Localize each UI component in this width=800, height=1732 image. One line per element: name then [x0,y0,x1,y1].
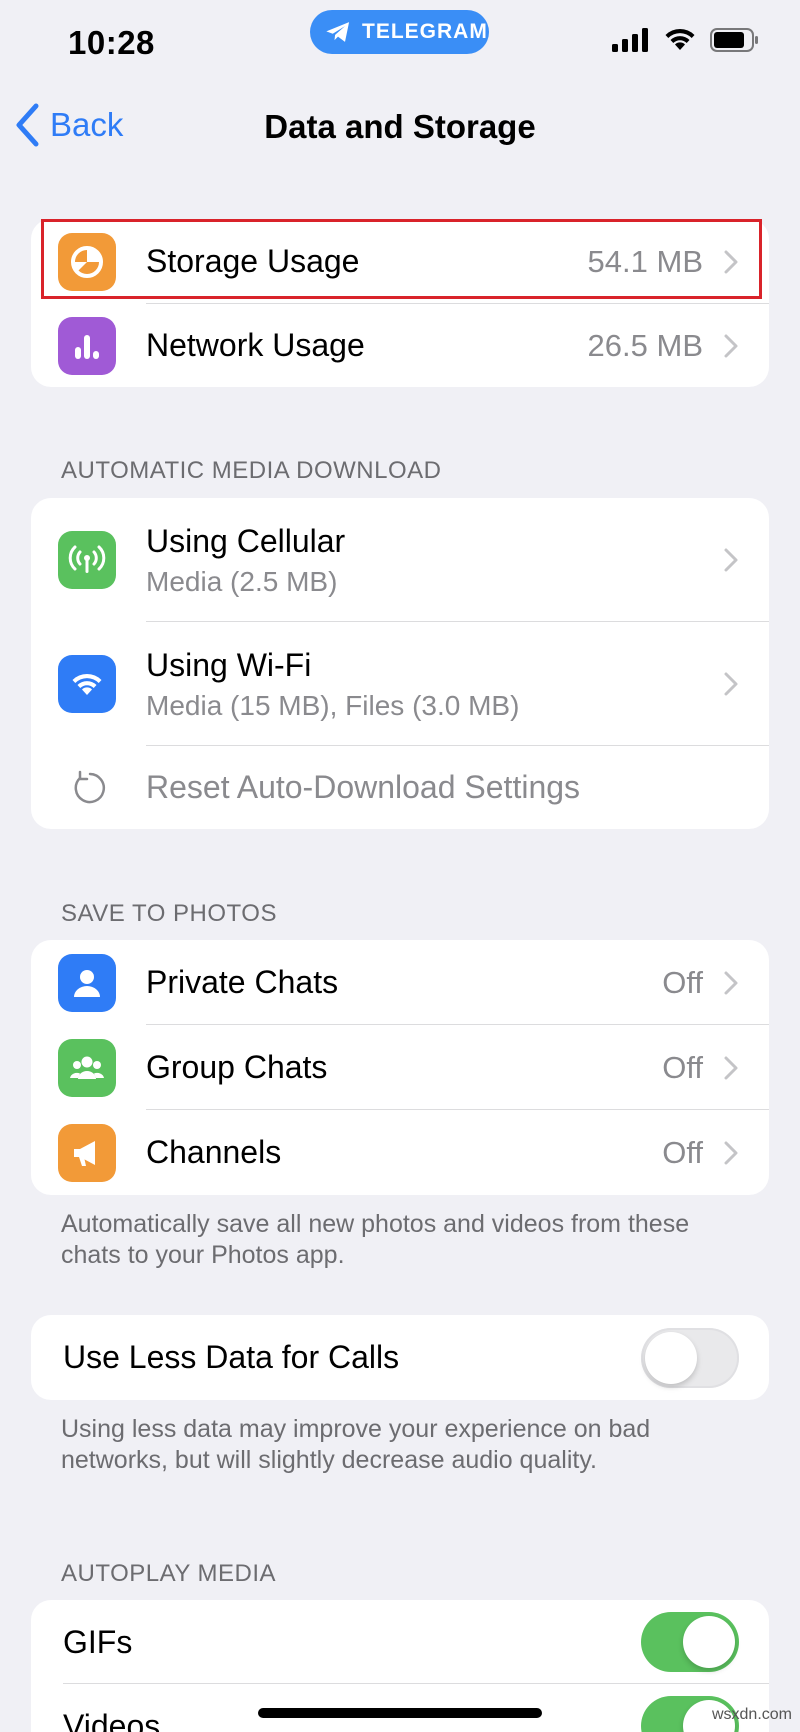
storage-usage-value: 54.1 MB [587,243,703,279]
private-chats-value: Off [662,964,703,1000]
chevron-right-icon [724,250,738,273]
using-cellular-row[interactable]: Using Cellular Media (2.5 MB) [31,498,769,622]
chevron-right-icon [724,971,738,994]
antenna-icon [58,531,116,589]
status-time: 10:28 [68,24,155,61]
network-usage-row[interactable]: Network Usage 26.5 MB [31,304,769,387]
private-chats-row[interactable]: Private Chats Off [31,940,769,1025]
using-wifi-label: Using Wi-Fi [146,646,312,683]
use-less-data-row: Use Less Data for Calls [31,1315,769,1400]
storage-usage-row[interactable]: Storage Usage 54.1 MB [31,219,769,304]
section-header-auto-download: AUTOMATIC MEDIA DOWNLOAD [61,457,442,484]
gifs-label: GIFs [63,1623,133,1660]
calls-footer: Using less data may improve your experie… [61,1415,651,1474]
usage-group: Storage Usage 54.1 MB Network Usage 26.5… [31,219,769,387]
channels-value: Off [662,1134,703,1170]
pie-chart-icon [58,232,116,291]
telegram-return-pill[interactable]: TELEGRAM [310,10,489,54]
toggle-knob [683,1616,735,1668]
toggle-knob [645,1331,697,1384]
section-header-save-to-photos: SAVE TO PHOTOS [61,900,277,927]
group-chats-label: Group Chats [146,1049,328,1085]
chevron-right-icon [724,1141,738,1164]
chevron-right-icon [724,1056,738,1079]
telegram-icon [326,22,350,42]
battery-icon [710,28,758,52]
save-to-photos-group: Private Chats Off Group Chats Off Channe… [31,940,769,1195]
gifs-toggle[interactable] [641,1612,739,1672]
storage-usage-label: Storage Usage [146,243,360,279]
using-cellular-subtitle: Media (2.5 MB) [146,565,338,597]
wifi-icon [58,655,116,713]
chevron-right-icon [724,672,738,696]
bar-chart-icon [58,316,116,375]
cellular-signal-icon [612,28,648,52]
using-wifi-row[interactable]: Using Wi-Fi Media (15 MB), Files (3.0 MB… [31,622,769,746]
channels-label: Channels [146,1134,282,1170]
auto-download-group: Using Cellular Media (2.5 MB) Using Wi-F… [31,498,769,829]
reset-icon [58,759,116,817]
chevron-right-icon [724,548,738,572]
page-title: Data and Storage [264,108,536,145]
using-cellular-label: Using Cellular [146,522,346,559]
watermark: wsxdn.com [711,1706,792,1723]
section-header-autoplay: AUTOPLAY MEDIA [61,1560,277,1587]
videos-label: Videos [63,1707,161,1732]
group-icon [58,1038,116,1097]
reset-auto-download-row[interactable]: Reset Auto-Download Settings [31,746,769,829]
telegram-pill-label: TELEGRAM [362,20,488,43]
status-icons [612,28,760,52]
gifs-row: GIFs [31,1600,769,1684]
network-usage-value: 26.5 MB [587,327,703,363]
reset-auto-download-label: Reset Auto-Download Settings [146,769,581,805]
save-to-photos-footer: Automatically save all new photos and vi… [61,1210,690,1269]
calls-group: Use Less Data for Calls [31,1315,769,1400]
home-indicator[interactable] [258,1708,542,1718]
private-chats-label: Private Chats [146,964,339,1000]
using-wifi-subtitle: Media (15 MB), Files (3.0 MB) [146,689,520,721]
channels-row[interactable]: Channels Off [31,1110,769,1195]
wifi-status-icon [665,28,695,50]
use-less-data-toggle[interactable] [641,1327,739,1388]
group-chats-value: Off [662,1049,703,1085]
megaphone-icon [58,1123,116,1182]
network-usage-label: Network Usage [146,327,365,363]
use-less-data-label: Use Less Data for Calls [63,1339,400,1375]
person-icon [58,953,116,1012]
group-chats-row[interactable]: Group Chats Off [31,1025,769,1110]
chevron-right-icon [724,334,738,357]
